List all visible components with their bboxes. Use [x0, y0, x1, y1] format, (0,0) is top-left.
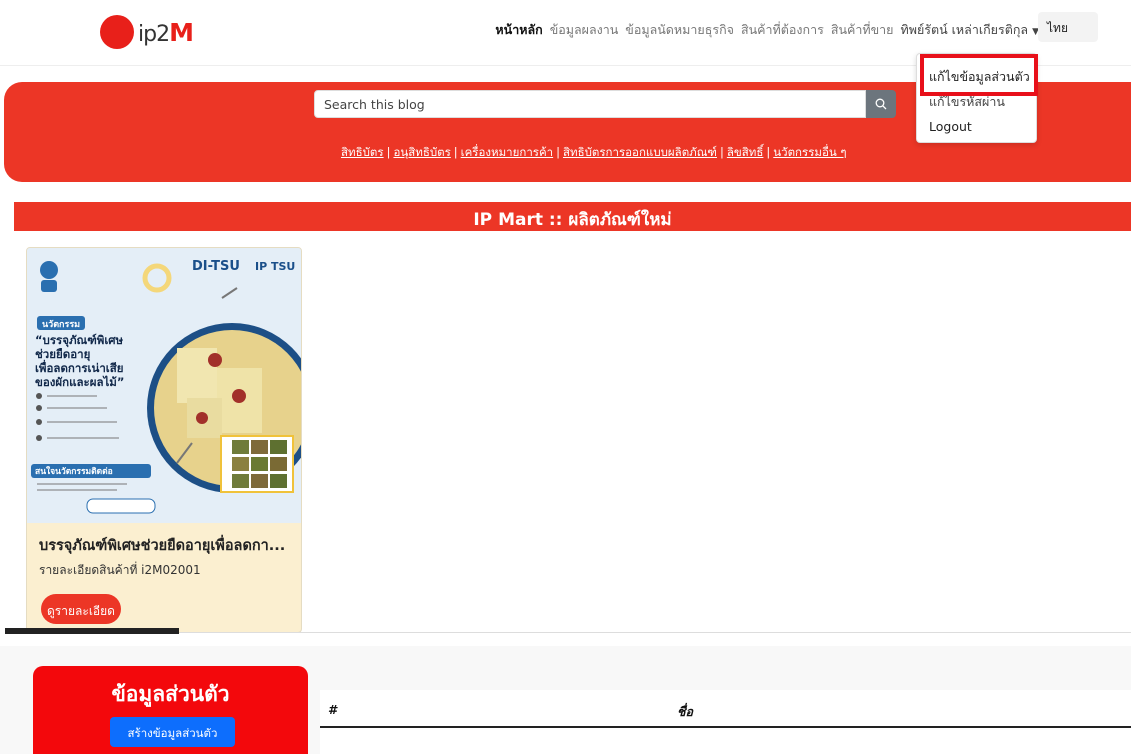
category-patent[interactable]: สิทธิบัตร	[341, 145, 384, 159]
table-header-row: # ชื่อ	[320, 690, 1131, 728]
category-trademark[interactable]: เครื่องหมายการค้า	[461, 145, 553, 159]
view-details-button[interactable]: ดูรายละเอียด	[41, 594, 121, 624]
category-other-innovation[interactable]: นวัตกรรมอื่น ๆ	[773, 145, 846, 159]
category-links: สิทธิบัตร | อนุสิทธิบัตร | เครื่องหมายการค้า…	[341, 144, 847, 162]
create-profile-button[interactable]: สร้างข้อมูลส่วนตัว	[110, 717, 235, 747]
nav-appointments[interactable]: ข้อมูลนัดหมายธุรกิจ	[625, 20, 734, 40]
category-separator: |	[386, 145, 391, 159]
column-header-name: ชื่อ	[677, 704, 693, 719]
highlight-annotation-box	[920, 54, 1038, 96]
dark-strip	[5, 628, 179, 634]
ip2m-logo[interactable]: ip2M	[100, 15, 194, 49]
product-poster: DI-TSU IP TSU นวัตกรรม “บรรจุภัณฑ์พิเศษ …	[27, 248, 301, 523]
product-image[interactable]: DI-TSU IP TSU นวัตกรรม “บรรจุภัณฑ์พิเศษ …	[27, 248, 301, 523]
divider	[180, 632, 1131, 633]
category-separator: |	[719, 145, 724, 159]
poster-headline-line-2: ช่วยยืดอายุ	[35, 347, 90, 362]
poster-contact-heading: สนใจนวัตกรรมติดต่อ	[35, 466, 113, 477]
profile-panel: ข้อมูลส่วนตัว สร้างข้อมูลส่วนตัว	[33, 666, 308, 754]
column-header-number: #	[328, 702, 337, 717]
main-nav: หน้าหลัก ข้อมูลผลงาน ข้อมูลนัดหมายธุรกิจ…	[495, 20, 1039, 40]
menu-logout[interactable]: Logout	[929, 119, 972, 134]
profile-title: ข้อมูลส่วนตัว	[111, 682, 230, 706]
logo-red-dot	[100, 15, 134, 49]
category-separator: |	[766, 145, 771, 159]
search-button[interactable]	[866, 90, 896, 118]
ip-mart-heading: IP Mart :: ผลิตภัณฑ์ใหม่	[14, 202, 1131, 231]
poster-innovation-tag: นวัตกรรม	[42, 319, 80, 330]
poster-headline-line-3: เพื่อลดการเน่าเสีย	[35, 359, 123, 375]
nav-works[interactable]: ข้อมูลผลงาน	[550, 20, 619, 40]
logo-text: ip2	[138, 21, 170, 47]
product-title[interactable]: บรรจุภัณฑ์พิเศษช่วยยืดอายุเพื่อลดกา...	[39, 534, 285, 557]
poster-logo-di-tsu: DI-TSU	[192, 259, 240, 274]
category-petty-patent[interactable]: อนุสิทธิบัตร	[393, 145, 450, 159]
profile-table: # ชื่อ	[320, 690, 1131, 754]
nav-wanted-products[interactable]: สินค้าที่ต้องการ	[741, 20, 824, 40]
category-separator: |	[453, 145, 458, 159]
poster-logo-ip-tsu: IP TSU	[255, 260, 295, 273]
logo-accent: M	[169, 17, 194, 47]
user-name: ทิพย์รัตน์ เหล่าเกียรติกุล	[900, 22, 1029, 37]
nav-products-for-sale[interactable]: สินค้าที่ขาย	[831, 20, 894, 40]
category-copyright[interactable]: ลิขสิทธิ์	[727, 145, 764, 159]
poster-headline-line-1: “บรรจุภัณฑ์พิเศษ	[35, 333, 124, 348]
search-icon	[875, 98, 887, 110]
search-input[interactable]: Search this blog	[314, 90, 866, 118]
product-code: รายละเอียดสินค้าที่ i2M02001	[39, 563, 201, 577]
product-card[interactable]: DI-TSU IP TSU นวัตกรรม “บรรจุภัณฑ์พิเศษ …	[26, 247, 302, 633]
poster-headline-line-4: ของผักและผลไม้”	[35, 375, 124, 389]
nav-home[interactable]: หน้าหลัก	[495, 20, 542, 40]
language-selector[interactable]: ไทย	[1038, 12, 1098, 42]
category-design-patent[interactable]: สิทธิบัตรการออกแบบผลิตภัณฑ์	[563, 145, 717, 159]
user-menu-toggle[interactable]: ทิพย์รัตน์ เหล่าเกียรติกุล ▼	[901, 20, 1040, 40]
category-separator: |	[556, 145, 560, 159]
